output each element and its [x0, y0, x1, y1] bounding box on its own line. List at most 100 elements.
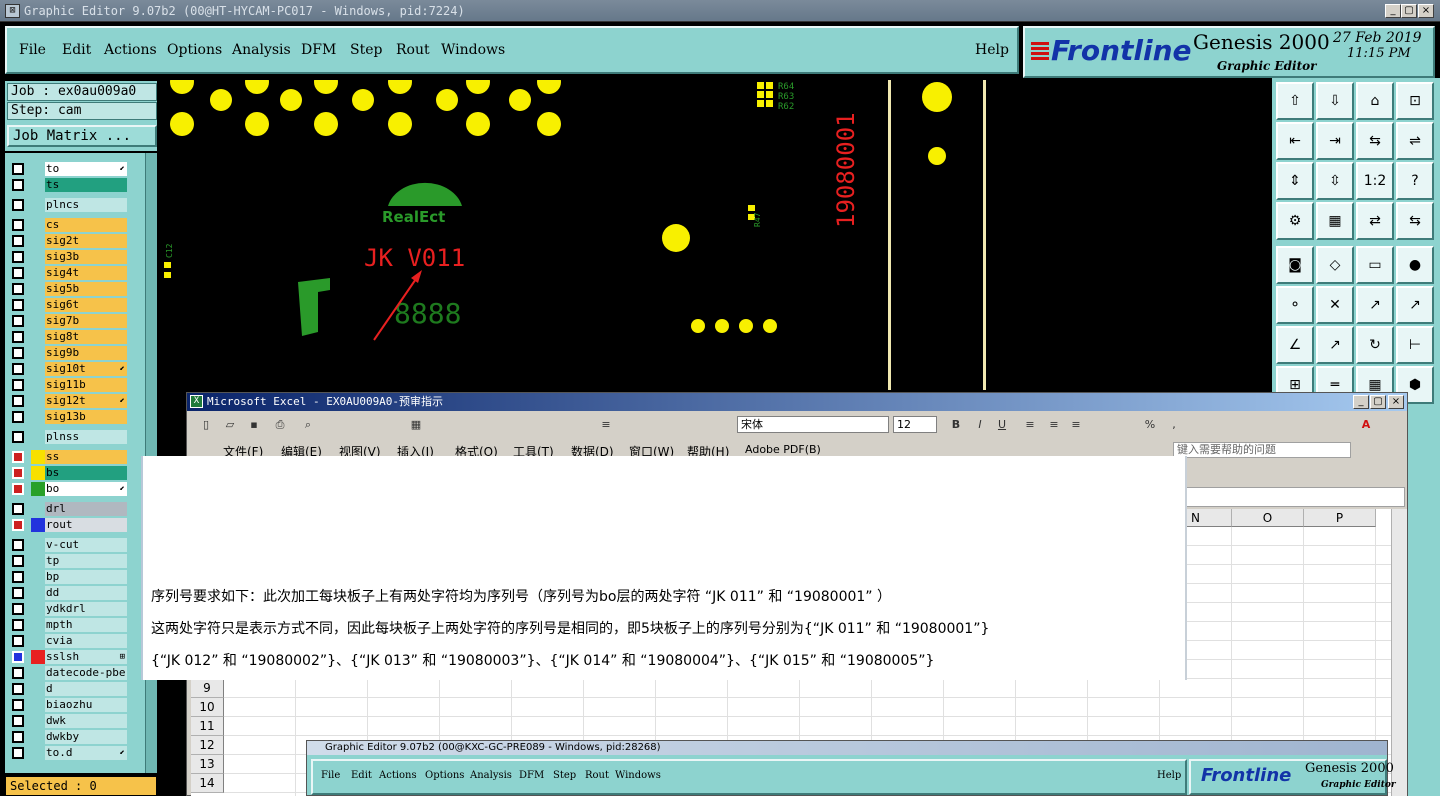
- layer-name[interactable]: sig12t ⬋: [45, 394, 127, 408]
- layer-name[interactable]: sslsh ⊞: [45, 650, 127, 664]
- layer-name[interactable]: plnss: [45, 430, 127, 444]
- tool-button[interactable]: ⌂: [1356, 82, 1394, 120]
- column-header[interactable]: P: [1304, 509, 1376, 527]
- row-header[interactable]: 9: [191, 679, 224, 698]
- layer-checkbox[interactable]: [12, 587, 24, 599]
- layer-row[interactable]: sslsh ⊞: [5, 649, 145, 665]
- tool-button[interactable]: ∠: [1276, 326, 1314, 364]
- layer-row[interactable]: sig10t ⬋: [5, 361, 145, 377]
- layer-row[interactable]: ts: [5, 177, 145, 193]
- layer-name[interactable]: d: [45, 682, 127, 696]
- layer-name[interactable]: sig9b: [45, 346, 127, 360]
- tool-button[interactable]: ⇄: [1356, 202, 1394, 240]
- layer-row[interactable]: sig4t: [5, 265, 145, 281]
- layer-checkbox[interactable]: [12, 379, 24, 391]
- layer-name[interactable]: sig10t ⬋: [45, 362, 127, 376]
- row-header[interactable]: 13: [191, 755, 224, 774]
- layer-checkbox[interactable]: [12, 267, 24, 279]
- layer-name[interactable]: biaozhu: [45, 698, 127, 712]
- layer-checkbox[interactable]: [12, 539, 24, 551]
- layer-checkbox[interactable]: [12, 395, 24, 407]
- tool-button[interactable]: ↗: [1356, 286, 1394, 324]
- layer-name[interactable]: sig5b: [45, 282, 127, 296]
- open-icon[interactable]: ▱: [221, 416, 239, 434]
- layer-row[interactable]: dd: [5, 585, 145, 601]
- layer-name[interactable]: dwkby: [45, 730, 127, 744]
- excel-titlebar[interactable]: X Microsoft Excel - EX0AU009A0-预审指示 _ ▢ …: [187, 393, 1407, 411]
- layer-name[interactable]: sig7b: [45, 314, 127, 328]
- bold-button[interactable]: B: [947, 416, 965, 434]
- layer-checkbox[interactable]: [12, 331, 24, 343]
- excel-minimize-button[interactable]: _: [1353, 395, 1369, 409]
- layer-name[interactable]: dwk: [45, 714, 127, 728]
- font-name-select[interactable]: 宋体: [737, 416, 889, 433]
- row-header[interactable]: 10: [191, 698, 224, 717]
- align-center-icon[interactable]: ≡: [1045, 416, 1063, 434]
- layer-name[interactable]: ydkdrl: [45, 602, 127, 616]
- second-menu-dfm[interactable]: DFM: [519, 770, 544, 781]
- layer-row[interactable]: to ⬋: [5, 161, 145, 177]
- layer-checkbox[interactable]: [12, 651, 24, 663]
- tool-button[interactable]: ⇳: [1316, 162, 1354, 200]
- minimize-button[interactable]: _: [1385, 4, 1401, 18]
- menu-analysis[interactable]: Analysis: [232, 42, 291, 58]
- layer-row[interactable]: v-cut: [5, 537, 145, 553]
- excel-vertical-scrollbar[interactable]: [1391, 509, 1407, 796]
- menu-help[interactable]: Help: [975, 42, 1009, 58]
- layer-name[interactable]: bs: [45, 466, 127, 480]
- layer-row[interactable]: sig7b: [5, 313, 145, 329]
- layer-row[interactable]: drl: [5, 501, 145, 517]
- tool-button[interactable]: ▭: [1356, 246, 1394, 284]
- layer-row[interactable]: mpth: [5, 617, 145, 633]
- second-menu-step[interactable]: Step: [553, 770, 576, 781]
- layer-row[interactable]: rout: [5, 517, 145, 533]
- layer-checkbox[interactable]: [12, 283, 24, 295]
- second-menu-file[interactable]: File: [321, 770, 340, 781]
- layer-row[interactable]: sig9b: [5, 345, 145, 361]
- layer-name[interactable]: bp: [45, 570, 127, 584]
- menu-step[interactable]: Step: [350, 42, 382, 58]
- close-button[interactable]: ×: [1418, 4, 1434, 18]
- excel-close-button[interactable]: ×: [1388, 395, 1404, 409]
- layer-row[interactable]: ydkdrl: [5, 601, 145, 617]
- layer-row[interactable]: sig2t: [5, 233, 145, 249]
- layer-checkbox[interactable]: [12, 715, 24, 727]
- layer-name[interactable]: sig8t: [45, 330, 127, 344]
- tool-button[interactable]: ⚬: [1276, 286, 1314, 324]
- row-header[interactable]: 12: [191, 736, 224, 755]
- tool-button[interactable]: ◇: [1316, 246, 1354, 284]
- menu-windows[interactable]: Windows: [441, 42, 505, 58]
- layer-checkbox[interactable]: [12, 199, 24, 211]
- layer-row[interactable]: sig8t: [5, 329, 145, 345]
- layer-checkbox[interactable]: [12, 731, 24, 743]
- tool-button[interactable]: ✕: [1316, 286, 1354, 324]
- layer-name[interactable]: ts: [45, 178, 127, 192]
- layer-row[interactable]: dwk: [5, 713, 145, 729]
- tool-button[interactable]: ↻: [1356, 326, 1394, 364]
- tool-button[interactable]: ⇕: [1276, 162, 1314, 200]
- layer-row[interactable]: to.d ⬋: [5, 745, 145, 761]
- job-matrix-button[interactable]: Job Matrix ...: [7, 125, 157, 147]
- second-menu-actions[interactable]: Actions: [379, 770, 417, 781]
- layer-row[interactable]: ss: [5, 449, 145, 465]
- second-menu-edit[interactable]: Edit: [351, 770, 372, 781]
- layer-checkbox[interactable]: [12, 683, 24, 695]
- layer-name[interactable]: dd: [45, 586, 127, 600]
- layer-row[interactable]: bp: [5, 569, 145, 585]
- maximize-button[interactable]: ▢: [1401, 4, 1417, 18]
- layer-name[interactable]: sig6t: [45, 298, 127, 312]
- window-titlebar[interactable]: ⊠ Graphic Editor 9.07b2 (00@HT-HYCAM-PC0…: [0, 0, 1440, 22]
- layer-name[interactable]: to.d ⬋: [45, 746, 127, 760]
- tool-button[interactable]: ⊡: [1396, 82, 1434, 120]
- layer-name[interactable]: sig3b: [45, 250, 127, 264]
- second-genesis-window[interactable]: Graphic Editor 9.07b2 (00@KXC-GC-PRE089 …: [306, 740, 1396, 796]
- print-icon[interactable]: ⎙: [271, 416, 289, 434]
- layer-row[interactable]: sig11b: [5, 377, 145, 393]
- layer-color-swatch[interactable]: [31, 650, 45, 664]
- row-header[interactable]: 11: [191, 717, 224, 736]
- layer-checkbox[interactable]: [12, 483, 24, 495]
- layer-name[interactable]: datecode-pbe: [45, 666, 127, 680]
- help-question-input[interactable]: 键入需要帮助的问题: [1173, 442, 1351, 458]
- layer-checkbox[interactable]: [12, 555, 24, 567]
- menu-rout[interactable]: Rout: [396, 42, 430, 58]
